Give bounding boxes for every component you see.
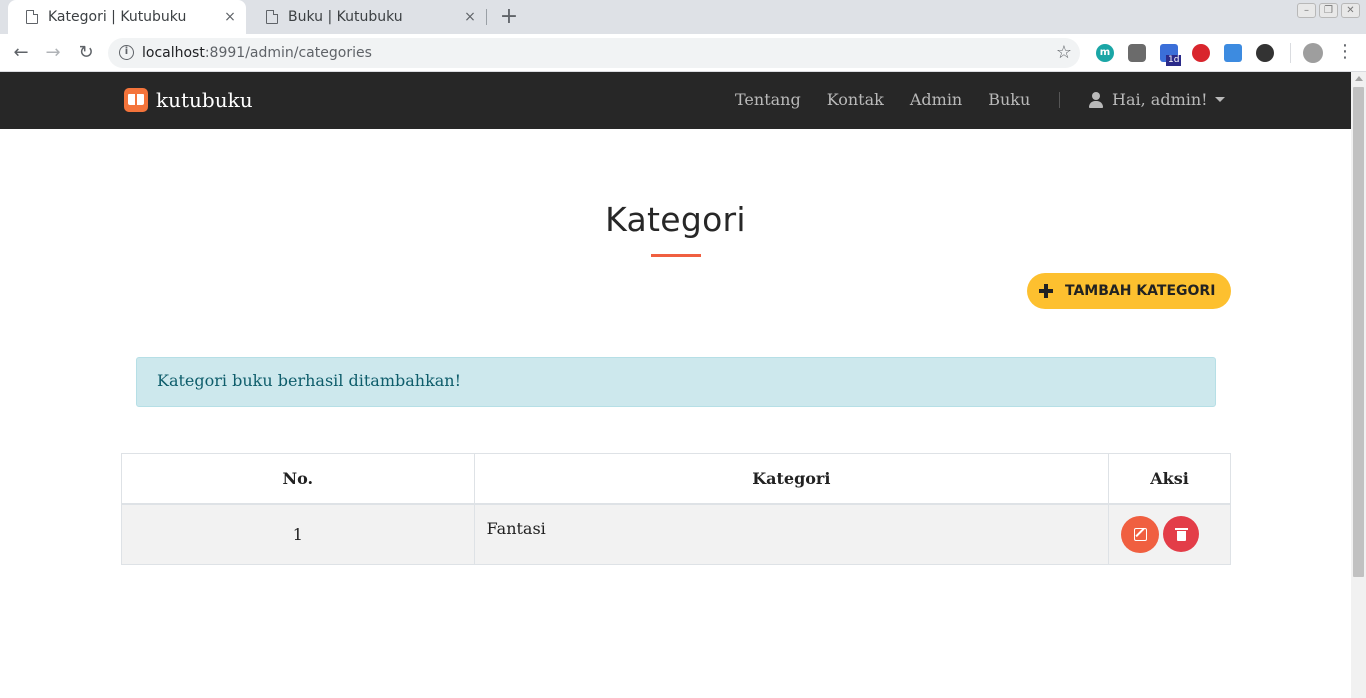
brand-name: kutubuku: [156, 88, 253, 112]
browser-tab-strip: Kategori | Kutubuku × Buku | Kutubuku × …: [0, 0, 1366, 34]
window-controls: – ❐ ✕: [1297, 3, 1360, 18]
delete-button[interactable]: [1163, 516, 1200, 553]
nav-divider: [1059, 92, 1060, 108]
extension-badge-count: 1d: [1166, 55, 1182, 66]
extension-e-icon[interactable]: [1256, 44, 1274, 62]
back-arrow-icon[interactable]: ←: [8, 40, 34, 66]
alert-message: Kategori buku berhasil ditambahkan!: [157, 371, 462, 390]
scrollbar-thumb[interactable]: [1353, 87, 1364, 577]
tab-close-icon[interactable]: ×: [220, 9, 240, 25]
tab-title: Kategori | Kutubuku: [48, 9, 187, 25]
browser-toolbar: ← → ↻ i localhost:8991/admin/categories …: [0, 34, 1366, 72]
close-window-button[interactable]: ✕: [1341, 3, 1360, 18]
page-viewport: kutubuku Tentang Kontak Admin Buku Hai, …: [0, 72, 1351, 698]
nav-link-kontak[interactable]: Kontak: [827, 90, 884, 109]
caret-down-icon: [1214, 97, 1225, 102]
add-category-button[interactable]: TAMBAH KATEGORI: [1027, 273, 1231, 309]
edit-icon: [1133, 527, 1147, 541]
page-title: Kategori: [605, 200, 746, 239]
user-greeting: Hai, admin!: [1112, 90, 1208, 109]
nav-links: Tentang Kontak Admin Buku: [735, 90, 1056, 109]
extension-m-icon[interactable]: m: [1096, 44, 1114, 62]
category-table: No. Kategori Aksi 1 Fantasi: [121, 453, 1231, 565]
header-no: No.: [121, 453, 475, 505]
extension-translate-icon[interactable]: [1224, 44, 1242, 62]
user-icon: [1089, 91, 1103, 108]
title-underline: [651, 254, 701, 257]
nav-link-admin[interactable]: Admin: [910, 90, 962, 109]
site-info-icon[interactable]: i: [119, 45, 134, 60]
tab-separator: [486, 9, 487, 25]
profile-avatar[interactable]: [1303, 43, 1323, 63]
tab-title: Buku | Kutubuku: [288, 9, 403, 25]
extension-opera-icon[interactable]: [1192, 44, 1210, 62]
nav-link-buku[interactable]: Buku: [988, 90, 1030, 109]
row-number: 1: [121, 503, 475, 565]
header-kategori: Kategori: [473, 453, 1110, 505]
new-tab-button[interactable]: +: [498, 4, 520, 30]
plus-icon: [1039, 284, 1053, 298]
address-url[interactable]: localhost:8991/admin/categories: [142, 45, 372, 61]
table-header-row: No. Kategori Aksi: [121, 453, 1231, 505]
add-category-label: TAMBAH KATEGORI: [1065, 283, 1216, 299]
extension-chat-icon[interactable]: [1128, 44, 1146, 62]
page-scrollbar[interactable]: [1351, 72, 1366, 698]
trash-icon: [1174, 527, 1188, 541]
header-aksi: Aksi: [1108, 453, 1231, 505]
scroll-up-arrow-icon[interactable]: [1355, 76, 1363, 81]
page-icon: [26, 10, 38, 24]
browser-tab-kategori[interactable]: Kategori | Kutubuku ×: [8, 0, 246, 34]
toolbar-separator: [1290, 43, 1291, 63]
bookmark-star-icon[interactable]: ☆: [1056, 42, 1072, 63]
table-row: 1 Fantasi: [121, 503, 1231, 565]
edit-button[interactable]: [1121, 515, 1160, 553]
browser-menu-icon[interactable]: ⋮: [1336, 42, 1354, 62]
site-navbar: kutubuku Tentang Kontak Admin Buku Hai, …: [0, 72, 1351, 129]
minimize-window-button[interactable]: –: [1297, 3, 1316, 18]
tab-close-icon[interactable]: ×: [460, 9, 480, 25]
reload-icon[interactable]: ↻: [73, 40, 99, 66]
nav-link-tentang[interactable]: Tentang: [735, 90, 801, 109]
forward-arrow-icon[interactable]: →: [40, 40, 66, 66]
page-icon: [266, 10, 278, 24]
book-logo-icon: [124, 88, 148, 112]
row-actions: [1108, 503, 1231, 565]
browser-tab-buku[interactable]: Buku | Kutubuku ×: [248, 0, 486, 34]
address-bar[interactable]: i localhost:8991/admin/categories ☆: [108, 38, 1080, 68]
user-dropdown[interactable]: Hai, admin!: [1089, 90, 1225, 109]
brand[interactable]: kutubuku: [124, 88, 253, 112]
restore-window-button[interactable]: ❐: [1319, 3, 1338, 18]
success-alert: Kategori buku berhasil ditambahkan!: [136, 357, 1216, 407]
row-category-name: Fantasi: [473, 503, 1110, 565]
